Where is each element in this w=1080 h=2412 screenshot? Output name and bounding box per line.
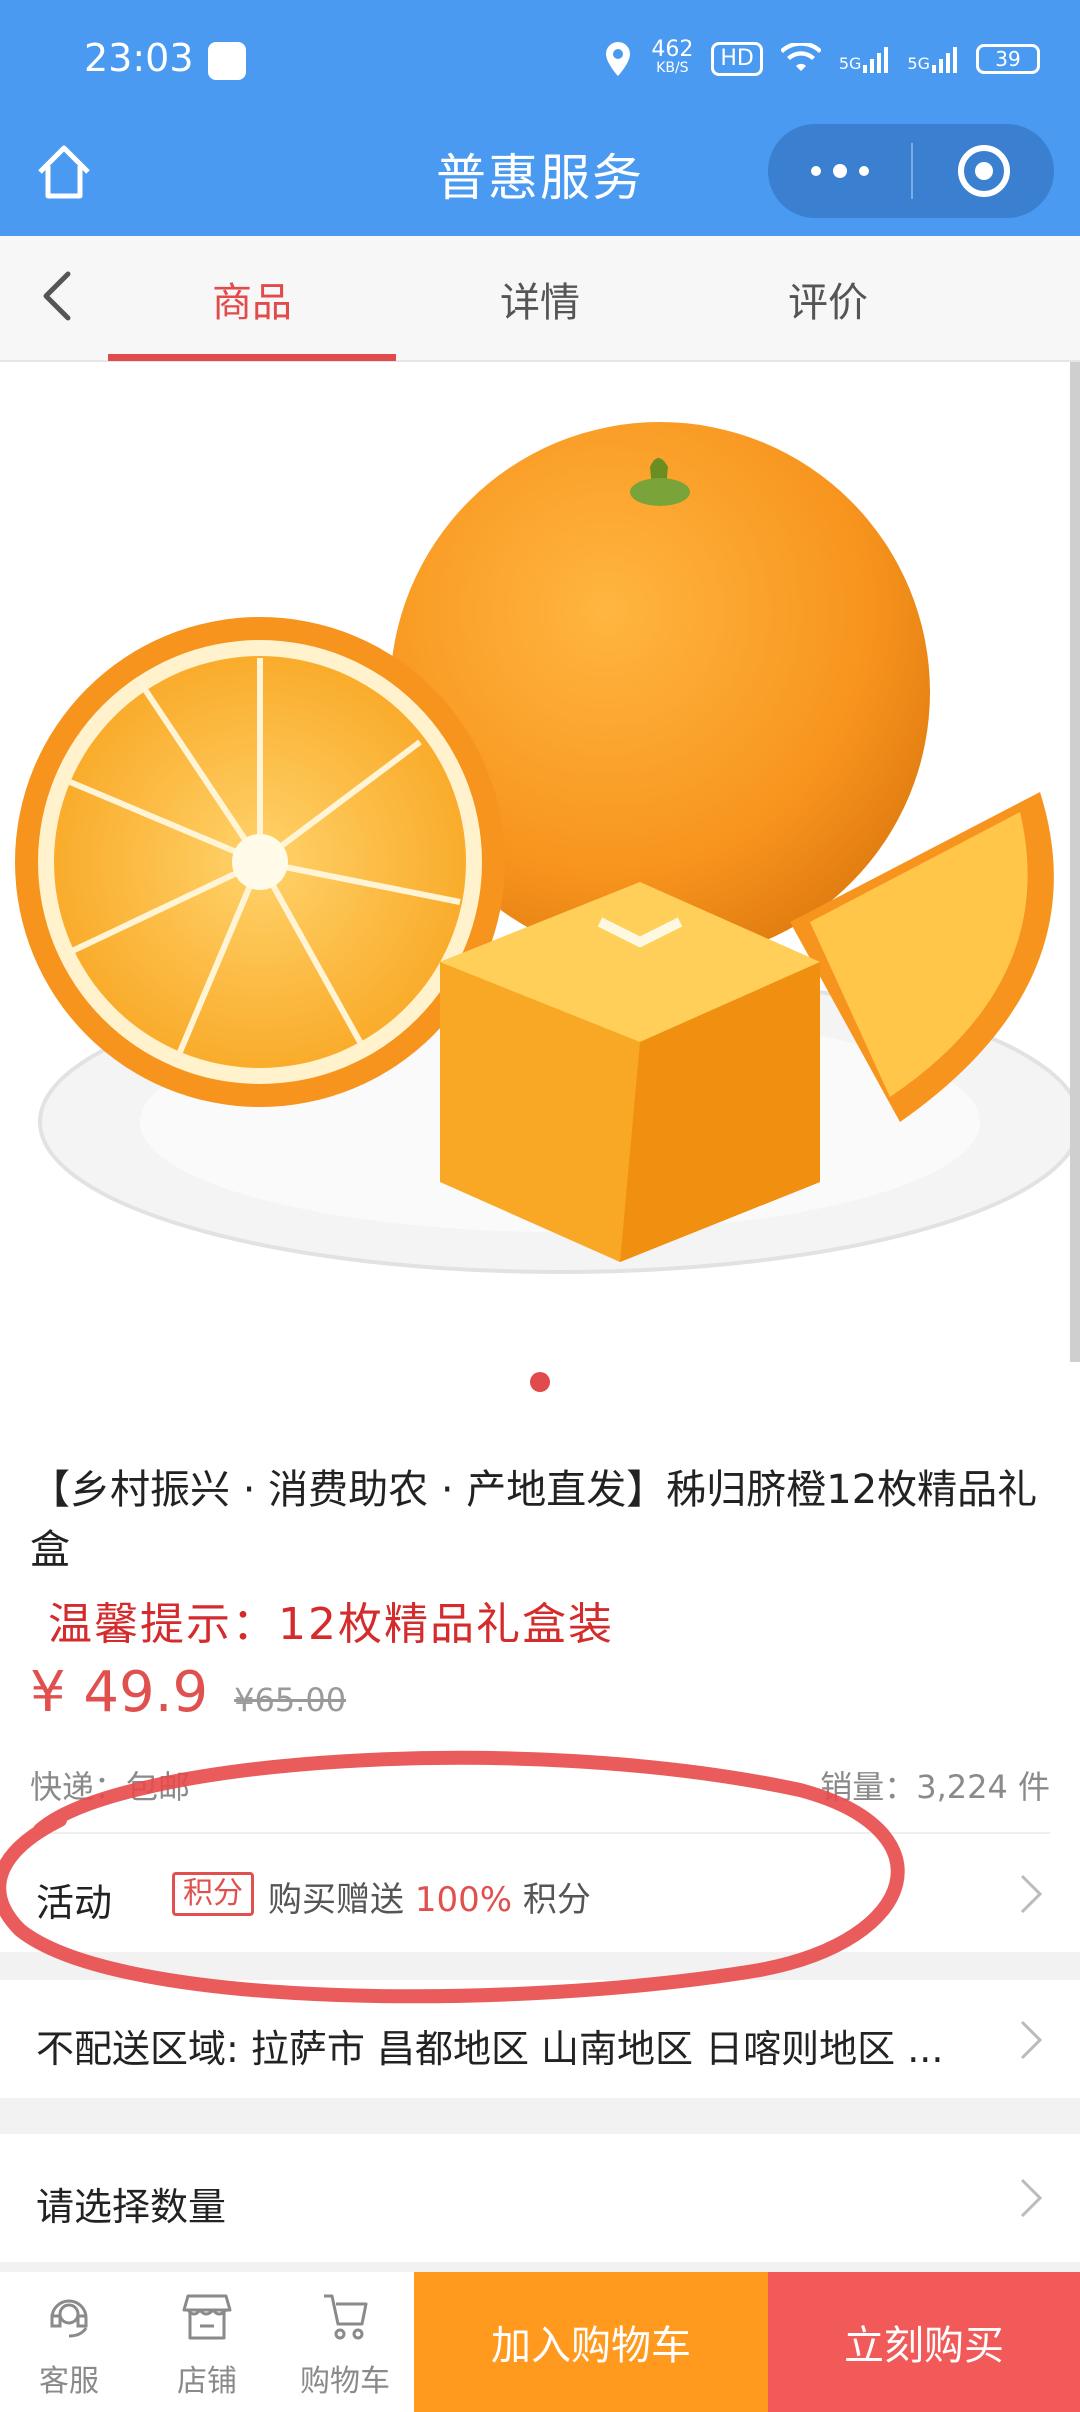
headset-icon	[50, 2299, 88, 2338]
product-tip: 温馨提示：12枚精品礼盒装	[48, 1599, 614, 1650]
activity-highlight: 100%	[414, 1880, 513, 1920]
activity-description: 购买赠送 100% 积分	[268, 1872, 591, 1921]
net-speed-unit: KB/S	[656, 60, 689, 76]
signal-bars-icon	[863, 47, 889, 73]
cart-button[interactable]: 购物车	[276, 2272, 414, 2412]
orange-illustration	[15, 422, 1080, 1274]
activity-label: 活动	[36, 1881, 113, 1925]
activity-text-after: 积分	[522, 1880, 591, 1920]
signal-bars-icon	[932, 47, 957, 73]
store-icon	[182, 2294, 232, 2340]
active-tab-indicator	[108, 354, 396, 361]
chevron-right-icon	[1020, 1874, 1043, 1914]
status-time: 23:03	[84, 36, 194, 80]
delivery-area-row[interactable]: 不配送区域: 拉萨市 昌都地区 山南地区 日喀则地区 ...	[0, 1980, 1080, 2098]
tab-detail[interactable]: 详情	[396, 270, 684, 328]
carousel-indicator-dot	[530, 1372, 550, 1392]
hd-badge: HD	[711, 42, 763, 76]
activity-row[interactable]: 活动 积分 购买赠送 100% 积分	[0, 1834, 1080, 1952]
more-button[interactable]	[768, 124, 911, 218]
miniprogram-capsule	[768, 124, 1054, 218]
header-bar: 23:03 462 KB/S HD 5G 5G 39 普惠服务	[0, 0, 1080, 236]
buy-now-button[interactable]: 立刻购买	[768, 2272, 1080, 2412]
original-price: ¥65.00	[234, 1681, 347, 1719]
sales-count: 销量：3,224 件	[820, 1768, 1050, 1806]
price-row: ¥ 49.9 ¥65.00	[30, 1660, 346, 1725]
signal-1: 5G	[839, 45, 890, 73]
shop-button[interactable]: 店铺	[138, 2272, 276, 2412]
shop-label: 店铺	[177, 2364, 237, 2399]
back-arrow-icon[interactable]	[30, 266, 90, 326]
section-gap	[0, 2262, 1080, 2272]
signal-2: 5G	[907, 45, 958, 73]
more-dot	[832, 164, 847, 178]
section-gap	[0, 2098, 1080, 2134]
customer-service-button[interactable]: 客服	[0, 2272, 138, 2412]
activity-text-before: 购买赠送	[268, 1880, 404, 1920]
net-speed-value: 462	[651, 37, 694, 62]
more-dot	[858, 166, 869, 176]
chevron-right-icon	[1020, 2020, 1043, 2060]
tab-goods[interactable]: 商品	[108, 270, 396, 328]
section-gap	[0, 1952, 1080, 1980]
add-to-cart-button[interactable]: 加入购物车	[414, 2272, 768, 2412]
quantity-select-row[interactable]: 请选择数量	[0, 2134, 1080, 2262]
status-indicators: 462 KB/S HD 5G 5G 39	[603, 37, 1040, 78]
shipping-info: 快递：包邮	[30, 1768, 191, 1806]
notification-app-icon	[208, 42, 246, 80]
customer-service-label: 客服	[39, 2364, 99, 2399]
net-speed: 462 KB/S	[651, 37, 694, 77]
tab-review[interactable]: 评价	[684, 270, 972, 328]
battery-icon: 39	[976, 44, 1040, 74]
wifi-icon	[780, 43, 821, 71]
product-image[interactable]	[0, 362, 1080, 1362]
signal-2-label: 5G	[907, 54, 930, 73]
tab-bar: 商品 详情 评价	[0, 236, 1080, 362]
cart-icon	[324, 2294, 368, 2340]
chevron-right-icon	[1020, 2178, 1043, 2218]
close-miniprogram-button[interactable]	[913, 124, 1054, 218]
target-icon	[957, 145, 1010, 197]
signal-1-label: 5G	[838, 54, 862, 73]
bottom-action-bar: 客服 店铺 购物车 加入购物车 立刻购买	[0, 2272, 1080, 2412]
location-icon	[606, 42, 631, 76]
more-dot	[810, 166, 821, 176]
image-scrollbar	[1070, 362, 1080, 1362]
current-price: ¥ 49.9	[30, 1660, 209, 1725]
points-badge: 积分	[172, 1872, 254, 1916]
delivery-exclusion-text: 不配送区域: 拉萨市 昌都地区 山南地区 日喀则地区 ...	[36, 2027, 944, 2071]
product-title: 【乡村振兴 · 消费助农 · 产地直发】秭归脐橙12枚精品礼盒	[30, 1467, 1038, 1573]
quantity-label: 请选择数量	[36, 2185, 227, 2229]
cart-label: 购物车	[300, 2364, 390, 2399]
